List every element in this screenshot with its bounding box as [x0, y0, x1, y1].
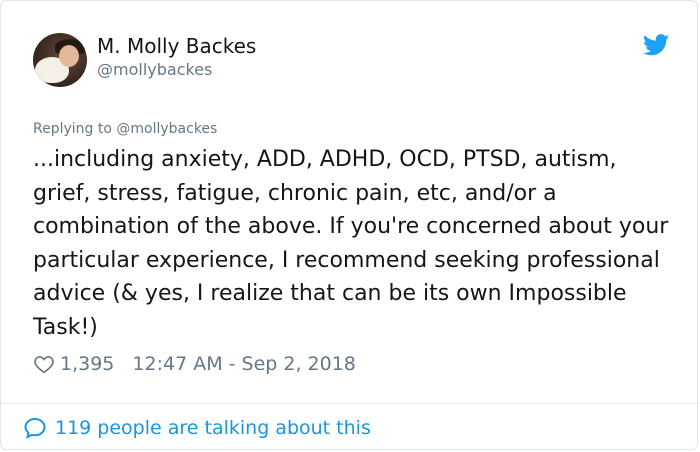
author-name[interactable]: M. Molly Backes — [97, 34, 256, 58]
tweet-timestamp[interactable]: 12:47 AM - Sep 2, 2018 — [132, 353, 356, 375]
embedded-tweet-card[interactable]: M. Molly Backes @mollybackes Replying to… — [0, 0, 699, 450]
tweet-text: ...including anxiety, ADD, ADHD, OCD, PT… — [33, 147, 669, 340]
heart-icon[interactable] — [33, 353, 55, 375]
footer-divider — [1, 403, 699, 404]
replying-prefix: Replying to — [33, 121, 112, 137]
conversation-count-text[interactable]: 119 people are talking about this — [55, 417, 371, 439]
like-count[interactable]: 1,395 — [60, 353, 114, 375]
speech-bubble-icon — [24, 417, 46, 439]
avatar-face-shape — [59, 45, 79, 67]
avatar[interactable] — [33, 33, 87, 87]
twitter-bird-icon[interactable] — [643, 34, 669, 56]
reply-mention-link[interactable]: @mollybackes — [116, 121, 217, 137]
author-handle[interactable]: @mollybackes — [97, 60, 212, 79]
tweet-meta: 1,395 12:47 AM - Sep 2, 2018 — [33, 351, 356, 377]
replying-to-line: Replying to @mollybackes — [33, 121, 217, 137]
conversation-link[interactable]: 119 people are talking about this — [23, 415, 371, 441]
